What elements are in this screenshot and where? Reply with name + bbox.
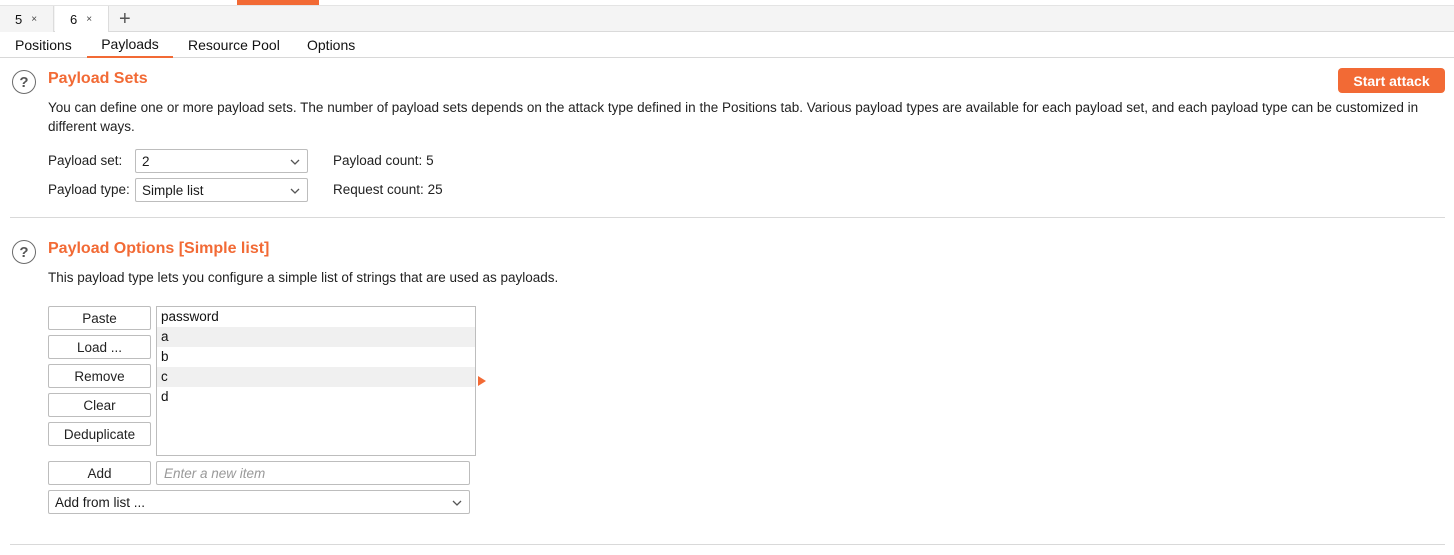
section-divider <box>10 544 1445 545</box>
expand-arrow-icon[interactable] <box>478 376 486 386</box>
tab-options[interactable]: Options <box>307 32 355 58</box>
payload-count: Payload count: 5 <box>333 153 434 168</box>
list-item[interactable]: c <box>157 367 475 387</box>
add-from-list-select[interactable]: Add from list ... <box>48 490 470 514</box>
attack-tab-6[interactable]: 6 × <box>55 6 109 33</box>
start-attack-button[interactable]: Start attack <box>1338 68 1445 93</box>
clear-button[interactable]: Clear <box>48 393 151 417</box>
payload-count-value: 5 <box>426 153 434 168</box>
payload-options-title: Payload Options [Simple list] <box>48 240 270 257</box>
payload-set-label: Payload set: <box>48 153 123 168</box>
section-divider <box>10 217 1445 218</box>
help-icon[interactable]: ? <box>12 70 36 94</box>
list-item[interactable]: b <box>157 347 475 367</box>
payload-set-value: 2 <box>142 153 150 169</box>
list-item[interactable]: d <box>157 387 475 407</box>
add-from-list-label: Add from list ... <box>55 494 146 510</box>
close-icon[interactable]: × <box>31 14 37 25</box>
deduplicate-button[interactable]: Deduplicate <box>48 422 151 446</box>
paste-button[interactable]: Paste <box>48 306 151 330</box>
list-item[interactable]: password <box>157 307 475 327</box>
tab-payloads[interactable]: Payloads <box>87 32 173 58</box>
remove-button[interactable]: Remove <box>48 364 151 388</box>
help-icon[interactable]: ? <box>12 240 36 264</box>
payload-set-select[interactable]: 2 <box>135 149 308 173</box>
payload-count-label: Payload count: <box>333 153 423 168</box>
payload-list[interactable]: password a b c d <box>156 306 476 456</box>
chevron-down-icon <box>290 188 300 194</box>
payload-type-value: Simple list <box>142 182 204 198</box>
attack-tab-bar: 5 × 6 × + <box>0 5 1454 33</box>
payload-options-description: This payload type lets you configure a s… <box>48 270 559 285</box>
new-item-input[interactable] <box>156 461 470 485</box>
attack-tab-label: 5 <box>15 11 23 27</box>
chevron-down-icon <box>452 500 462 506</box>
request-count: Request count: 25 <box>333 182 443 197</box>
request-count-value: 25 <box>427 182 443 197</box>
load-button[interactable]: Load ... <box>48 335 151 359</box>
payload-type-select[interactable]: Simple list <box>135 178 308 202</box>
attack-tab-5[interactable]: 5 × <box>0 6 54 32</box>
tab-resource-pool[interactable]: Resource Pool <box>188 32 280 58</box>
sub-tab-bar: Positions Payloads Resource Pool Options <box>0 32 1454 58</box>
add-button[interactable]: Add <box>48 461 151 485</box>
request-count-label: Request count: <box>333 182 424 197</box>
tab-positions[interactable]: Positions <box>15 32 72 58</box>
payload-type-label: Payload type: <box>48 182 130 197</box>
attack-tab-label: 6 <box>70 12 78 27</box>
add-tab-icon[interactable]: + <box>119 6 131 32</box>
close-icon[interactable]: × <box>86 14 92 25</box>
chevron-down-icon <box>290 159 300 165</box>
payload-sets-description: You can define one or more payload sets.… <box>48 100 1419 134</box>
payload-sets-title: Payload Sets <box>48 70 148 87</box>
list-item[interactable]: a <box>157 327 475 347</box>
